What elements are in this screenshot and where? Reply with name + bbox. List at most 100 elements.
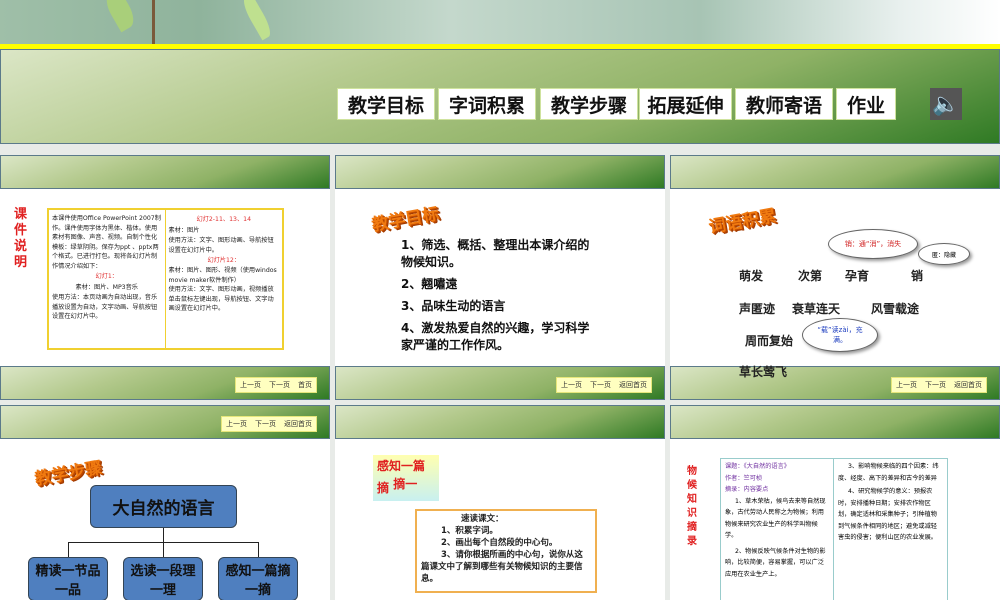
slide-nav: 上一页 下一页 返回首页 [556,377,652,393]
annotation-bubble: “载”读zài，充满。 [802,318,878,352]
stem-decoration [152,0,155,44]
slide-header [335,405,665,439]
notes-text: 使用方法：本页动画为自动出现，音乐播放设置为自动，文字动画、导航按钮设置在幻灯片… [52,294,158,320]
next-page-button[interactable]: 下一页 [269,380,290,390]
back-home-button[interactable]: 返回首页 [619,380,647,390]
tree-child: 选读一段理一理 [123,557,203,600]
notes-text: 使用方法：文字、图形动画、导航按钮设置在幻灯片中。 [168,237,274,254]
vocab-word: 萌发 [739,269,764,283]
excerpt-table: 课题：《大自然的语言》 作者：竺可桢 摘录：内容要点 1、草木荣枯，候鸟去来等自… [720,458,948,600]
nav-teacher-message[interactable]: 教师寄语 [735,88,833,120]
vocab-word: 风雪载途 [871,302,920,316]
task-text: 速读课文： [461,514,504,524]
excerpt-meta: 作者：竺可桢 [725,474,763,482]
task-box: 速读课文： 1、积累字词。 2、画出每个自然段的中心句。 3、请你根据所画的中心… [415,509,597,593]
slide-teaching-goals[interactable]: 教学目标 1、筛选、概括、整理出本课介绍的物候知识。 2、翹嘯遠 3、品味生动的… [335,155,665,400]
tree-connector [258,542,259,557]
notes-text: 使用方法：文字、图形动画，视频播放单击鼠标左键出现，导航按钮、文字动画设置在幻灯… [168,286,274,312]
slide-footer: 上一页 下一页 返回首页 [670,366,1000,400]
vocab-word: 衰草连天 [792,302,841,316]
notes-table: 本课件使用Office PowerPoint 2007制作。课件使用字体为黑体、… [47,208,284,350]
slide-title: 词语积累 [707,206,778,238]
task-text: 3、请你根据所画的中心句，说你从这篇课文中了解到哪些有关物候知识的主要信息。 [421,550,583,584]
notes-heading: 幻灯2-11、13、14 [196,216,252,223]
excerpt-text: 3、影响物候来临的四个因素：纬度、经度、高下的差异和古今的差异 [838,463,939,482]
banner-photo [0,0,1000,44]
notes-text: 本课件使用Office PowerPoint 2007制作。课件使用字体为黑体、… [52,215,161,270]
nav-teaching-goals[interactable]: 教学目标 [337,88,435,120]
slide-nav: 上一页 下一页 返回首页 [221,416,317,432]
slide-teaching-steps[interactable]: 上一页 下一页 返回首页 教学步骤 大自然的语言 精读一节品一品 选读一段理一理 感… [0,405,330,600]
goal-item: 2、翹嘯遠 [401,277,458,291]
title-line: 摘一 [393,477,418,491]
slide-title: 物候知识摘录 [687,466,697,547]
next-page-button[interactable]: 下一页 [590,380,611,390]
home-button[interactable]: 首页 [298,380,312,390]
annotation-bubble: 销：通“消”，消失 [828,229,918,259]
tree-root: 大自然的语言 [90,485,237,528]
speaker-icon[interactable]: 🔈 [930,88,962,120]
slide-nav: 上一页 下一页 首页 [235,377,317,393]
goal-item: 1、筛选、概括、整理出本课介绍的物候知识。 [401,238,590,269]
next-page-button[interactable]: 下一页 [925,380,946,390]
notes-heading: 幻灯片12： [207,257,241,264]
nav-extension[interactable]: 拓展延伸 [639,88,732,120]
title-line: 摘 [377,481,390,495]
tree-connector [163,528,164,542]
excerpt-left-column: 课题：《大自然的语言》 作者：竺可桢 摘录：内容要点 1、草木荣枯，候鸟去来等自… [721,459,834,600]
nav-homework[interactable]: 作业 [836,88,896,120]
prev-page-button[interactable]: 上一页 [561,380,582,390]
tree-child: 精读一节品一品 [28,557,108,600]
goals-list: 1、筛选、概括、整理出本课介绍的物候知识。 2、翹嘯遠 3、品味生动的语言 4、… [401,237,596,354]
nav-word-accumulation[interactable]: 字词积累 [438,88,536,120]
slide-header [670,155,1000,189]
slide-title: 教学步骤 [33,458,104,490]
excerpt-text: 1、草木荣枯，候鸟去来等自然现象，古代劳动人民称之为物候；利用物候来研究农业生产… [725,497,826,540]
slide-footer: 上一页 下一页 首页 [0,366,330,400]
slide-header [670,405,1000,439]
slide-title: 教学目标 [370,204,441,236]
back-home-button[interactable]: 返回首页 [954,380,982,390]
notes-text: 素材：图片、MP3音乐 [75,284,138,291]
title-line: 感知一篇 [377,459,426,473]
slide-nav: 上一页 下一页 返回首页 [891,377,987,393]
vocab-word: 销 [911,269,924,283]
slide-footer: 上一页 下一页 返回首页 [335,366,665,400]
annotation-bubble: 匿：隐藏 [918,243,970,265]
leaf-decoration [101,0,139,33]
tree-child: 感知一篇摘一摘 [218,557,298,600]
slide-word-accumulation[interactable]: 词语积累 销：通“消”，消失 匿：隐藏 “载”读zài，充满。 萌发 次第 孕育… [670,155,1000,400]
excerpt-text: 4、研究物候学的意义：预报农时，安排播种日期；安排农作物区划，确定适林和采集种子… [838,488,937,541]
task-text: 2、画出每个自然段的中心句。 [441,538,558,548]
slide-phenology-excerpt[interactable]: 物候知识摘录 课题：《大自然的语言》 作者：竺可桢 摘录：内容要点 1、草木荣枯… [670,405,1000,600]
notes-heading: 幻灯1： [95,273,119,280]
leaf-decoration [239,0,275,41]
goal-item: 3、品味生动的语言 [401,299,506,313]
slide-header [0,155,330,189]
vocab-word: 次第 [798,269,823,283]
notes-right-column: 幻灯2-11、13、14 素材：图片 使用方法：文字、图形动画、导航按钮设置在幻… [166,210,283,348]
tree-connector [68,542,69,557]
vocab-word: 草长莺飞 [739,365,788,379]
excerpt-meta: 课题：《大自然的语言》 [725,463,790,470]
tree-connector [163,542,164,557]
slide-title: 课件说明 [14,207,28,270]
next-page-button[interactable]: 下一页 [255,419,276,429]
slide-header [335,155,665,189]
vocab-word: 声匿迹 [739,302,776,316]
slide-title: 感知一篇 摘 摘一 [373,455,439,501]
slide-perceive[interactable]: 感知一篇 摘 摘一 速读课文： 1、积累字词。 2、画出每个自然段的中心句。 3… [335,405,665,600]
task-text: 1、积累字词。 [441,526,498,536]
slide-courseware-notes[interactable]: 课件说明 本课件使用Office PowerPoint 2007制作。课件使用字… [0,155,330,400]
back-home-button[interactable]: 返回首页 [284,419,312,429]
prev-page-button[interactable]: 上一页 [240,380,261,390]
notes-left-column: 本课件使用Office PowerPoint 2007制作。课件使用字体为黑体、… [49,210,166,348]
notes-text: 素材：图片 [168,227,200,234]
prev-page-button[interactable]: 上一页 [896,380,917,390]
vocab-word: 孕育 [845,269,870,283]
excerpt-text: 2、物候反映气候条件对生物的影响，比较简便，容易掌握，可以广泛应用在农业生产上。 [725,547,826,578]
notes-text: 素材：图片、图形、视频（使用windos movie maker软件制作） [168,267,277,284]
nav-teaching-steps[interactable]: 教学步骤 [540,88,638,120]
slide-header: 上一页 下一页 返回首页 [0,405,330,439]
prev-page-button[interactable]: 上一页 [226,419,247,429]
